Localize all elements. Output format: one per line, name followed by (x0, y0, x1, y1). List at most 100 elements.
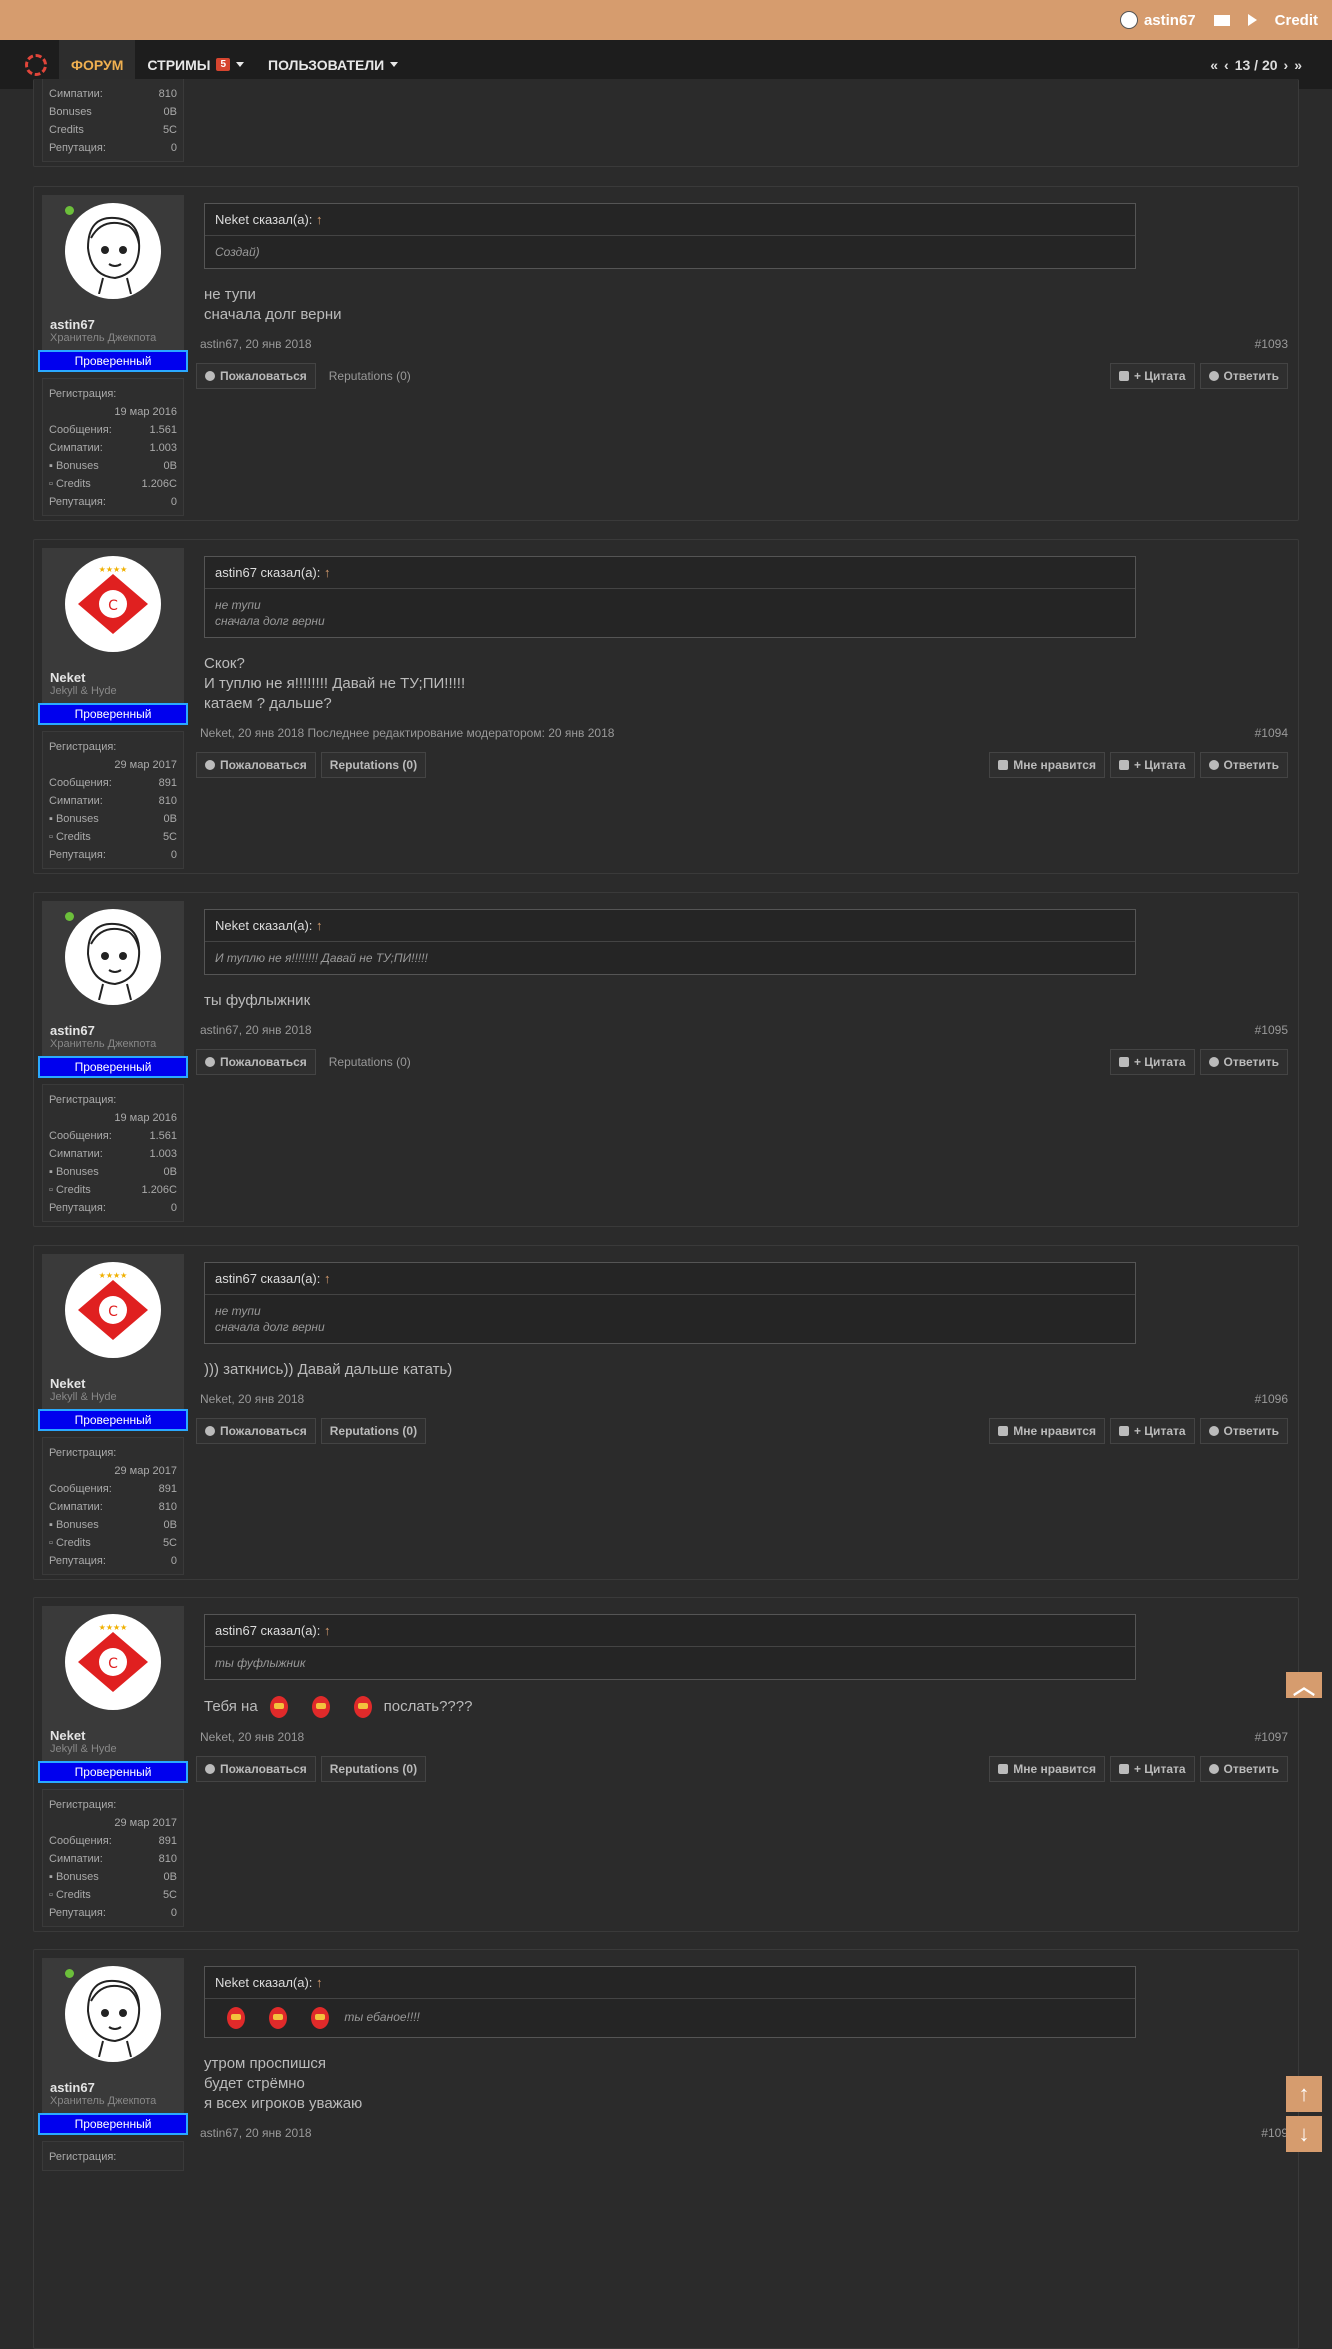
warning-icon (205, 371, 215, 381)
reputations-button[interactable]: Reputations (0) (320, 1418, 427, 1444)
last-page-icon[interactable]: » (1294, 57, 1302, 73)
stat-label: Credits (55, 1537, 91, 1549)
reply-button[interactable]: Ответить (1199, 1049, 1288, 1075)
post-date[interactable]: Neket, 20 янв 2018 Последнее редактирова… (200, 726, 614, 740)
quote-button[interactable]: + Цитата (1109, 752, 1195, 778)
credit-link[interactable]: Credit (1275, 12, 1318, 29)
reputations-button[interactable]: Reputations (0) (321, 1049, 419, 1075)
user-name[interactable]: Neket (50, 1728, 176, 1743)
stat-value: 810 (158, 1501, 177, 1513)
stat-value: 0 (170, 1555, 177, 1567)
post-actions: Пожаловаться Reputations (0) Мне нравитс… (196, 1756, 1288, 1782)
quote-line: не тупи (215, 598, 261, 612)
reply-button[interactable]: Ответить (1199, 1756, 1288, 1782)
arrow-up-icon[interactable]: ↑ (324, 1271, 331, 1286)
reply-button[interactable]: Ответить (1199, 752, 1288, 778)
verified-badge: Проверенный (38, 703, 188, 725)
next-page-icon[interactable]: › (1284, 57, 1289, 73)
post-date[interactable]: astin67, 20 янв 2018 (200, 2126, 312, 2140)
report-button[interactable]: Пожаловаться (196, 1756, 316, 1782)
post-date[interactable]: Neket, 20 янв 2018 (200, 1392, 304, 1406)
user-name[interactable]: astin67 (50, 1023, 176, 1038)
like-button[interactable]: Мне нравится (989, 1756, 1105, 1782)
reply-button[interactable]: Ответить (1199, 1418, 1288, 1444)
post-number[interactable]: #1096 (1255, 1392, 1288, 1406)
avatar[interactable]: C ★★★★ (42, 548, 184, 660)
message-body: ))) заткнись)) Давай дальше катать) (204, 1360, 1288, 1380)
avatar[interactable] (42, 195, 184, 307)
post-number[interactable]: #1093 (1255, 337, 1288, 351)
like-button[interactable]: Мне нравится (989, 752, 1105, 778)
post-date[interactable]: astin67, 20 янв 2018 (200, 1023, 312, 1037)
user-name[interactable]: astin67 (50, 2080, 176, 2095)
avatar[interactable]: C ★★★★ (42, 1254, 184, 1366)
chevron-down-icon (390, 62, 399, 67)
post-actions: Пожаловаться Reputations (0) + Цитата От… (196, 363, 1288, 389)
reply-button[interactable]: Ответить (1199, 363, 1288, 389)
user-stats: Регистрация: 29 мар 2017 Сообщения: 891 С… (42, 731, 184, 869)
user-menu[interactable]: astin67 (1119, 11, 1196, 29)
message-body: ты фуфлыжник (204, 991, 1288, 1011)
arrow-up-icon[interactable]: ↑ (324, 565, 331, 580)
quote-button[interactable]: + Цитата (1109, 363, 1195, 389)
report-label: Пожаловаться (220, 1762, 307, 1776)
post-number[interactable]: #1097 (1255, 1730, 1288, 1744)
post-date[interactable]: astin67, 20 янв 2018 (200, 337, 312, 351)
first-page-icon[interactable]: « (1210, 57, 1218, 73)
user-name[interactable]: astin67 (50, 317, 176, 332)
reputations-button[interactable]: Reputations (0) (320, 1756, 427, 1782)
reputations-button[interactable]: Reputations (0) (321, 363, 419, 389)
post-number[interactable]: #1095 (1255, 1023, 1288, 1037)
logo-icon[interactable] (25, 53, 47, 76)
avatar[interactable]: C ★★★★ (42, 1606, 184, 1718)
quote-header: Neket сказал(а): ↑ (205, 1967, 1135, 1999)
report-button[interactable]: Пожаловаться (196, 363, 316, 389)
arrow-up-icon[interactable]: ↑ (324, 1623, 331, 1638)
money-icon: ▫ (49, 831, 53, 843)
svg-text:★★★★: ★★★★ (99, 1271, 128, 1280)
user-name[interactable]: Neket (50, 670, 176, 685)
avatar-image: C ★★★★ (65, 556, 161, 652)
arrow-up-icon[interactable]: ↑ (316, 918, 323, 933)
stat-label: Репутация: (49, 142, 106, 154)
user-info: C ★★★★ Neket Jekyll & Hyde Проверенный Ре… (38, 1254, 188, 1575)
post-number[interactable]: #1094 (1255, 726, 1288, 740)
quote-button[interactable]: + Цитата (1109, 1756, 1195, 1782)
arrow-up-icon[interactable]: ↑ (316, 212, 323, 227)
mail-icon[interactable] (1213, 14, 1230, 26)
quote-line: ты ебаное!!!! (215, 2007, 1125, 2029)
post-actions: Пожаловаться Reputations (0) Мне нравитс… (196, 752, 1288, 778)
user-name[interactable]: Neket (50, 1376, 176, 1391)
avatar[interactable] (42, 901, 184, 1013)
post-number[interactable]: #109 (1261, 2126, 1288, 2140)
stat-value: 0 (170, 1202, 177, 1214)
post: astin67 Хранитель Джекпота Проверенный Р… (33, 1949, 1299, 2349)
flag-icon[interactable] (1247, 14, 1257, 26)
report-button[interactable]: Пожаловаться (196, 1049, 316, 1075)
spartak-logo-icon: C ★★★★ (78, 565, 148, 634)
stat-label: Репутация: (49, 1202, 106, 1214)
reputations-button[interactable]: Reputations (0) (320, 752, 427, 778)
stat-value: 29 мар 2017 (114, 759, 177, 771)
scroll-top-button[interactable]: ︿ (1286, 1672, 1322, 1699)
prev-page-icon[interactable]: ‹ (1224, 57, 1229, 73)
arrow-up-icon[interactable]: ↑ (316, 1975, 323, 1990)
svg-text:C: C (108, 1656, 118, 1672)
stat-label: Симпатии: (49, 1501, 103, 1513)
stat-value: 0B (163, 106, 177, 118)
quote-label: + Цитата (1133, 1762, 1186, 1776)
like-button[interactable]: Мне нравится (989, 1418, 1105, 1444)
user-stats: Регистрация: 29 мар 2017 Сообщения: 891 С… (42, 1789, 184, 1927)
scroll-down-button[interactable]: ↓ (1286, 2116, 1322, 2152)
quote-button[interactable]: + Цитата (1109, 1049, 1195, 1075)
post: astin67 Хранитель Джекпота Проверенный Р… (33, 892, 1299, 1227)
avatar[interactable] (42, 1958, 184, 2070)
quote-icon (1118, 1426, 1129, 1436)
report-button[interactable]: Пожаловаться (196, 752, 316, 778)
quote-button[interactable]: + Цитата (1109, 1418, 1195, 1444)
post-date[interactable]: Neket, 20 янв 2018 (200, 1730, 304, 1744)
report-button[interactable]: Пожаловаться (196, 1418, 316, 1444)
scroll-up-button[interactable]: ↑ (1286, 2076, 1322, 2112)
stat-label: Credits (55, 1889, 91, 1901)
emoji-icon (269, 2007, 287, 2029)
